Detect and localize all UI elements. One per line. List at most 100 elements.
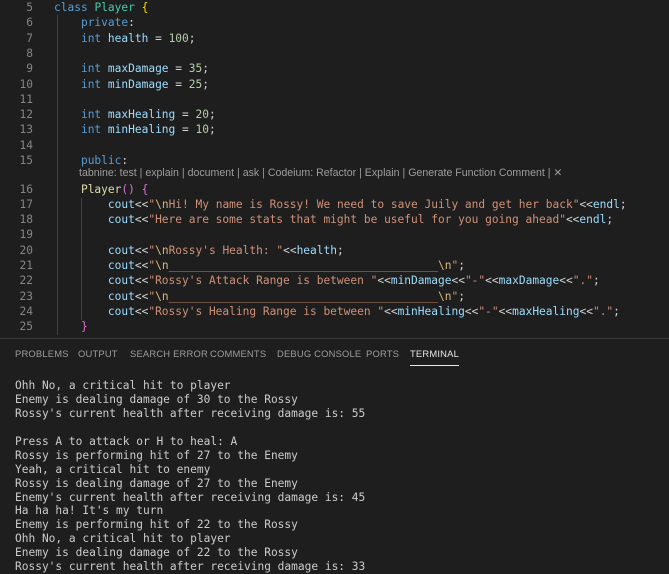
code-token: class <box>54 1 88 14</box>
code-line[interactable]: 9 int maxDamage = 35; <box>0 61 669 76</box>
code-line[interactable]: 11 <box>0 92 669 107</box>
code-token: "Rossy's Attack Range is between " <box>148 274 378 288</box>
code-line[interactable]: 20 cout<<"\nRossy's Health: "<<health; <box>0 243 669 258</box>
code-token: int <box>80 31 102 45</box>
terminal-line: Enemy is performing hit of 22 to the Ros… <box>15 518 298 532</box>
code-line[interactable]: 13 int minHealing = 10; <box>0 122 669 137</box>
code-token: minHealing <box>397 304 465 318</box>
line-number: 26 <box>0 335 33 337</box>
line-number: 22 <box>19 274 33 288</box>
tab-comments[interactable]: COMMENTS <box>210 348 266 366</box>
code-token: "Rossy's Healing Range is between " <box>148 304 385 318</box>
code-token: 20 <box>195 108 209 122</box>
code-line[interactable]: 8 <box>0 46 669 61</box>
line-number: 25 <box>19 320 33 334</box>
line-number: 23 <box>19 289 33 303</box>
line-number: 19 <box>19 228 33 242</box>
tab-terminal[interactable]: TERMINAL <box>410 348 460 366</box>
code-editor[interactable]: 5 class Player {6 private: 7 int health = … <box>0 0 669 336</box>
code-line[interactable]: 19 <box>0 227 669 242</box>
code-line[interactable]: 24 cout<<"Rossy's Healing Range is betwe… <box>0 304 669 319</box>
tab-problems[interactable]: PROBLEMS <box>15 348 69 366</box>
code-token: endl <box>592 197 620 211</box>
code-line[interactable]: 22 cout<<"Rossy's Attack Range is betwee… <box>0 273 669 288</box>
codelens-actions[interactable]: tabnine: test | explain | document | ask… <box>79 166 562 181</box>
code-token: health <box>296 243 337 257</box>
code-token: << <box>565 213 580 227</box>
panel-tabs: PROBLEMS OUTPUT SEARCH ERROR COMMENTS DEBUG … <box>0 339 669 371</box>
code-token: Rossy's Health: " <box>168 243 284 257</box>
code-text: Player() { <box>54 182 148 197</box>
code-token: { <box>141 182 149 196</box>
code-token: private <box>80 16 129 30</box>
code-token: << <box>384 304 398 318</box>
code-line[interactable]: 23 cout<<"\n____________________________… <box>0 289 669 304</box>
code-token: << <box>134 197 149 211</box>
code-text: int health = 100; <box>54 31 196 46</box>
code-token: 100 <box>168 31 189 45</box>
code-token: Hi! My name is Rossy! We need to save Ju… <box>168 197 580 211</box>
code-line[interactable]: 17 cout<<"\nHi! My name is Rossy! We nee… <box>0 197 669 212</box>
tab-output[interactable]: OUTPUT <box>78 348 118 366</box>
code-token: << <box>134 213 149 227</box>
tab-debug-console[interactable]: DEBUG CONSOLE <box>277 348 361 366</box>
code-line[interactable]: 21 cout<<"\n____________________________… <box>0 258 669 273</box>
code-token: << <box>579 197 593 211</box>
code-token: cout <box>107 289 135 303</box>
code-token: = <box>168 77 189 91</box>
code-text: } <box>54 319 88 334</box>
code-token: \n <box>155 289 169 303</box>
code-token: maxDamage <box>107 62 169 76</box>
code-line[interactable]: 18 cout<<"Here are some stats that might… <box>0 212 669 227</box>
code-line[interactable]: 12 int maxHealing = 20; <box>0 107 669 122</box>
code-line[interactable]: 7 int health = 100; <box>0 31 669 46</box>
code-line[interactable]: 6 private: <box>0 15 669 30</box>
code-token: ; <box>592 274 600 288</box>
code-token: int <box>80 108 102 122</box>
code-token: ; <box>188 31 196 45</box>
code-line[interactable]: 10 int minDamage = 25; <box>0 77 669 92</box>
code-text: cout<<"Rossy's Healing Range is between … <box>54 304 620 319</box>
code-line[interactable]: 26 <box>0 335 669 337</box>
line-number: 6 <box>26 16 33 30</box>
code-token: << <box>134 243 149 257</box>
code-line[interactable]: 16 Player() { <box>0 182 669 197</box>
terminal-line: Enemy is dealing damage of 22 to the Ros… <box>15 546 298 560</box>
code-token: << <box>451 274 465 288</box>
terminal-output[interactable]: Ohh No, a critical hit to player Enemy is… <box>15 379 665 574</box>
code-token: \n <box>155 259 169 272</box>
code-token: 35 <box>188 62 203 76</box>
code-token: "." <box>572 274 593 288</box>
code-token: << <box>377 274 391 288</box>
code-token: ________________________________________ <box>168 259 438 272</box>
code-token: : <box>128 16 135 30</box>
code-line[interactable]: 25 } <box>0 319 669 334</box>
code-token: ; <box>336 243 344 257</box>
code-token: ; <box>208 108 216 122</box>
code-text: cout<<"\nRossy's Health: "<<health; <box>54 243 344 258</box>
line-number: 21 <box>19 259 33 272</box>
code-token: ; <box>202 62 209 76</box>
code-token: maxHealing <box>107 108 176 122</box>
code-line[interactable]: 5 class Player { <box>0 0 669 15</box>
code-line[interactable]: 14 <box>0 138 669 153</box>
code-token: cout <box>107 213 135 227</box>
tab-search-error[interactable]: SEARCH ERROR <box>130 348 208 366</box>
code-token: cout <box>107 243 135 257</box>
line-number: 15 <box>19 154 33 167</box>
terminal-line: Yeah, a critical hit to enemy <box>15 462 211 476</box>
code-token: cout <box>107 274 135 288</box>
tab-ports[interactable]: PORTS <box>366 348 399 366</box>
